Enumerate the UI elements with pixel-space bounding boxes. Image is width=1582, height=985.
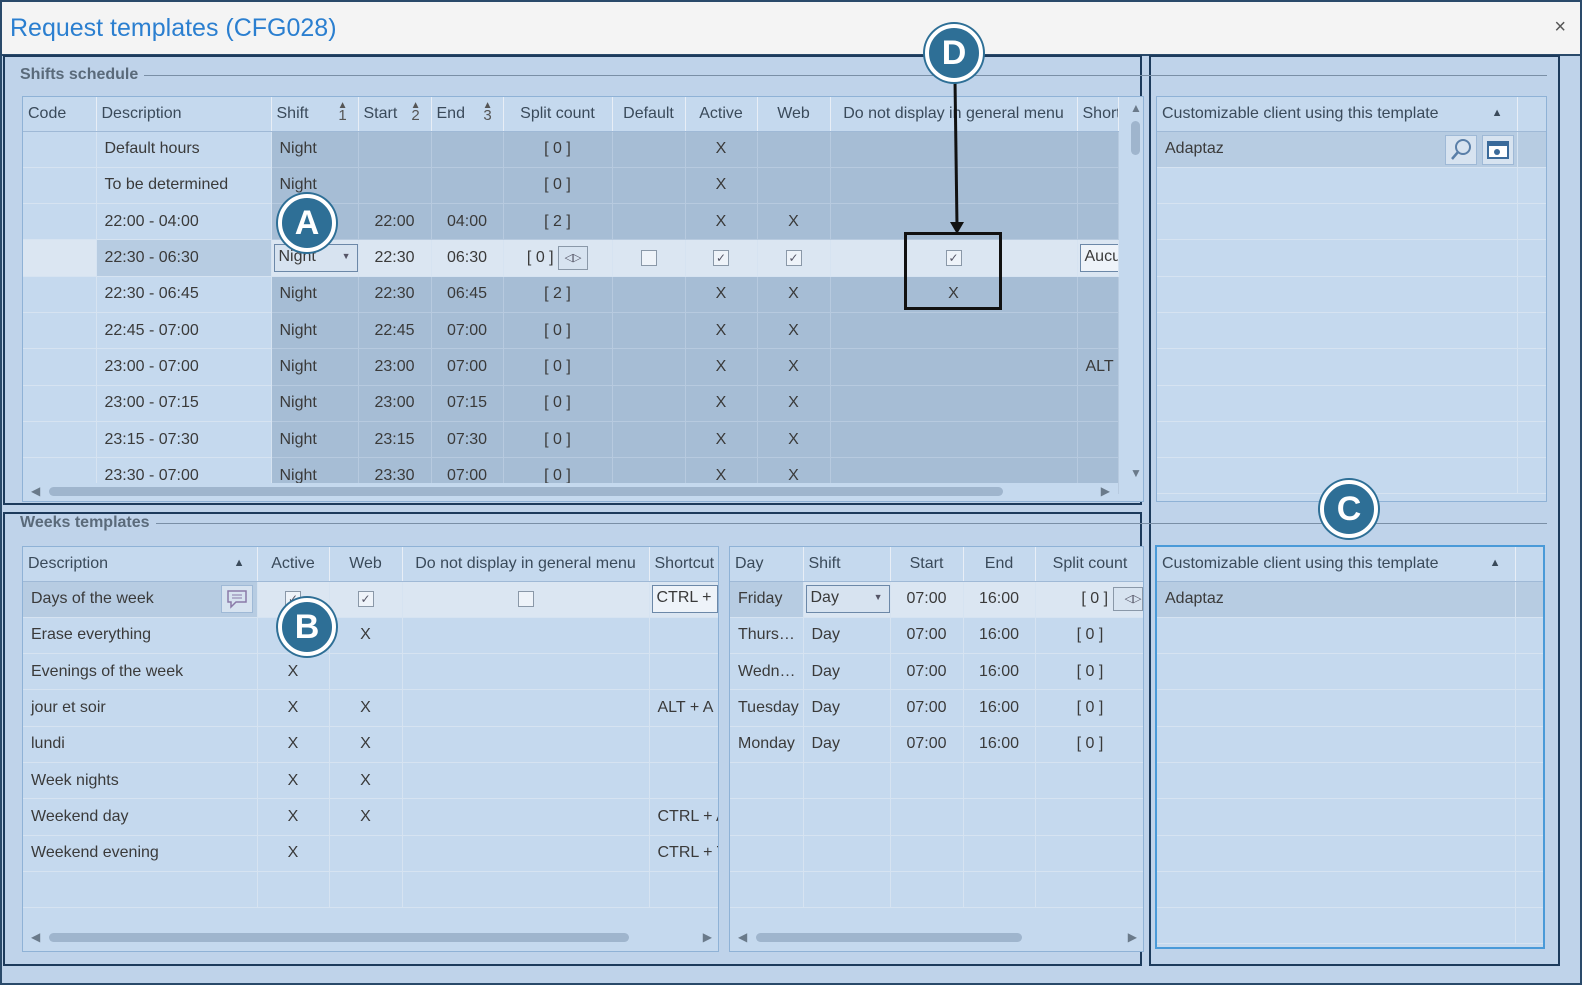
callout-a: A: [278, 194, 336, 252]
callout-c: C: [1320, 480, 1378, 538]
callout-b: B: [278, 598, 336, 656]
callout-d: D: [925, 24, 983, 82]
